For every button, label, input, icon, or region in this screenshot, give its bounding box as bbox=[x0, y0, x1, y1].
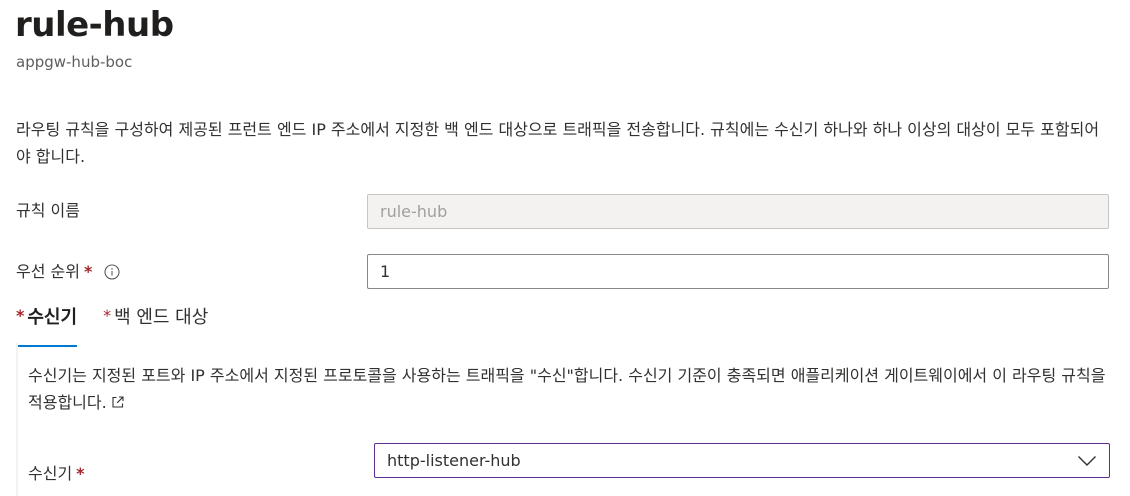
listener-select[interactable]: http-listener-hub bbox=[374, 443, 1110, 478]
priority-label: 우선 순위 * bbox=[16, 260, 120, 284]
rule-name-label-text: 규칙 이름 bbox=[16, 201, 80, 220]
required-asterisk: * bbox=[16, 306, 25, 325]
page-title: rule-hub bbox=[15, 5, 174, 45]
tab-panel-divider bbox=[16, 343, 18, 496]
rule-description: 라우팅 규칙을 구성하여 제공된 프런트 엔드 IP 주소에서 지정한 백 엔드… bbox=[16, 120, 1100, 166]
info-icon[interactable] bbox=[104, 264, 120, 280]
listener-description-text: 수신기는 지정된 포트와 IP 주소에서 지정된 프로토콜을 사용하는 트래픽을… bbox=[28, 366, 1106, 412]
priority-label-text: 우선 순위 bbox=[16, 262, 80, 281]
page: rule-hub appgw-hub-boc 라우팅 규칙을 구성하여 제공된 … bbox=[0, 0, 1130, 496]
listener-description: 수신기는 지정된 포트와 IP 주소에서 지정된 프로토콜을 사용하는 트래픽을… bbox=[28, 362, 1113, 417]
required-asterisk: * bbox=[83, 262, 93, 281]
required-asterisk: * bbox=[103, 306, 112, 325]
rule-name-label: 규칙 이름 bbox=[16, 199, 80, 223]
listener-select-value: http-listener-hub bbox=[387, 451, 521, 470]
tab-backend-targets[interactable]: * 백 엔드 대상 bbox=[103, 302, 208, 342]
tab-listener[interactable]: * 수신기 bbox=[16, 302, 78, 347]
tab-listener-label: 수신기 bbox=[27, 307, 78, 328]
chevron-down-icon bbox=[1077, 455, 1097, 467]
priority-input[interactable] bbox=[367, 254, 1109, 289]
page-subtitle: appgw-hub-boc bbox=[16, 53, 133, 71]
required-asterisk: * bbox=[76, 464, 85, 483]
listener-label: 수신기 * bbox=[28, 462, 85, 486]
tab-backend-targets-label: 백 엔드 대상 bbox=[114, 307, 209, 328]
external-link-icon[interactable] bbox=[111, 390, 125, 417]
listener-label-text: 수신기 bbox=[28, 464, 73, 483]
rule-name-input[interactable] bbox=[367, 194, 1109, 229]
tab-bar: * 수신기 * 백 엔드 대상 bbox=[16, 302, 234, 347]
